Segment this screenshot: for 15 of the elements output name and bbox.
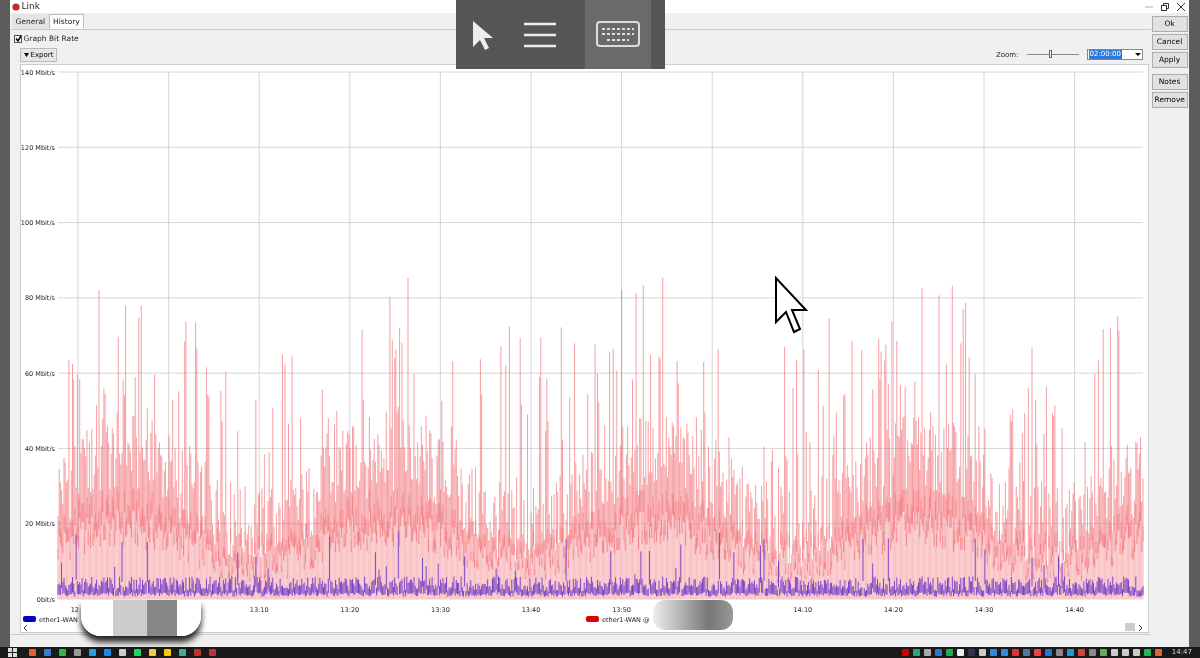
menu-icon[interactable] — [523, 21, 556, 48]
checkbox[interactable] — [13, 34, 22, 43]
pointer-icon[interactable] — [470, 18, 495, 51]
restore-icon[interactable] — [1160, 2, 1169, 11]
caret-icon — [23, 52, 29, 57]
scroll-left-icon[interactable] — [23, 624, 28, 632]
zoom-slider[interactable] — [1026, 49, 1079, 60]
slider-thumb[interactable] — [1048, 49, 1052, 58]
window-title: Link — [21, 0, 40, 13]
keyboard-icon[interactable] — [584, 0, 651, 69]
app-icon — [11, 2, 20, 11]
scroll-thumb[interactable] — [1124, 623, 1135, 631]
scroll-right-icon[interactable] — [1138, 624, 1143, 632]
start-icon[interactable] — [8, 648, 17, 657]
close-icon[interactable] — [1176, 2, 1185, 11]
